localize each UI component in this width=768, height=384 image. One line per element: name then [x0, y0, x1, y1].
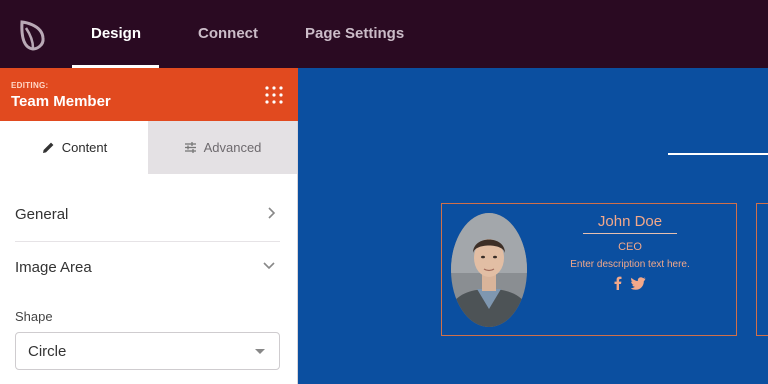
- shape-select[interactable]: Circle: [15, 332, 280, 370]
- team-member-block-partial[interactable]: [756, 203, 768, 336]
- chevron-right-icon: [268, 207, 276, 219]
- subtab-content[interactable]: Content: [0, 121, 149, 174]
- facebook-icon[interactable]: [613, 276, 622, 290]
- editing-header: EDITING: Team Member: [0, 68, 298, 121]
- team-member-block[interactable]: John Doe CEO Enter description text here…: [441, 203, 737, 336]
- team-member-name[interactable]: John Doe: [583, 213, 677, 234]
- divider-block[interactable]: [668, 153, 768, 155]
- settings-sidebar: EDITING: Team Member Content Advanced Ge…: [0, 68, 298, 384]
- section-general-label: General: [15, 206, 69, 223]
- tab-page-settings[interactable]: Page Settings: [305, 0, 404, 68]
- chevron-down-icon: [263, 262, 275, 270]
- editing-label: EDITING:: [11, 81, 49, 90]
- editing-title: Team Member: [11, 93, 111, 110]
- team-member-description[interactable]: Enter description text here.: [548, 259, 712, 270]
- subtab-content-label: Content: [61, 140, 108, 155]
- caret-down-icon: [255, 349, 265, 354]
- shape-select-value: Circle: [28, 343, 67, 360]
- seedprod-logo-icon[interactable]: [16, 18, 50, 52]
- twitter-icon[interactable]: [631, 276, 646, 290]
- section-image-area-label: Image Area: [15, 259, 92, 276]
- team-member-photo[interactable]: [451, 213, 527, 327]
- subtab-advanced[interactable]: Advanced: [148, 121, 297, 174]
- section-general[interactable]: General: [15, 188, 280, 241]
- shape-field-label: Shape: [15, 309, 53, 324]
- pencil-icon: [42, 142, 54, 153]
- subtab-advanced-label: Advanced: [203, 140, 262, 155]
- top-bar: Design Connect Page Settings: [0, 0, 768, 68]
- grid-dots-icon[interactable]: [264, 85, 284, 105]
- team-member-role[interactable]: CEO: [592, 241, 668, 253]
- tab-design[interactable]: Design: [91, 0, 141, 68]
- sliders-icon: [184, 142, 196, 153]
- section-image-area[interactable]: Image Area: [15, 241, 280, 294]
- tab-connect[interactable]: Connect: [198, 0, 258, 68]
